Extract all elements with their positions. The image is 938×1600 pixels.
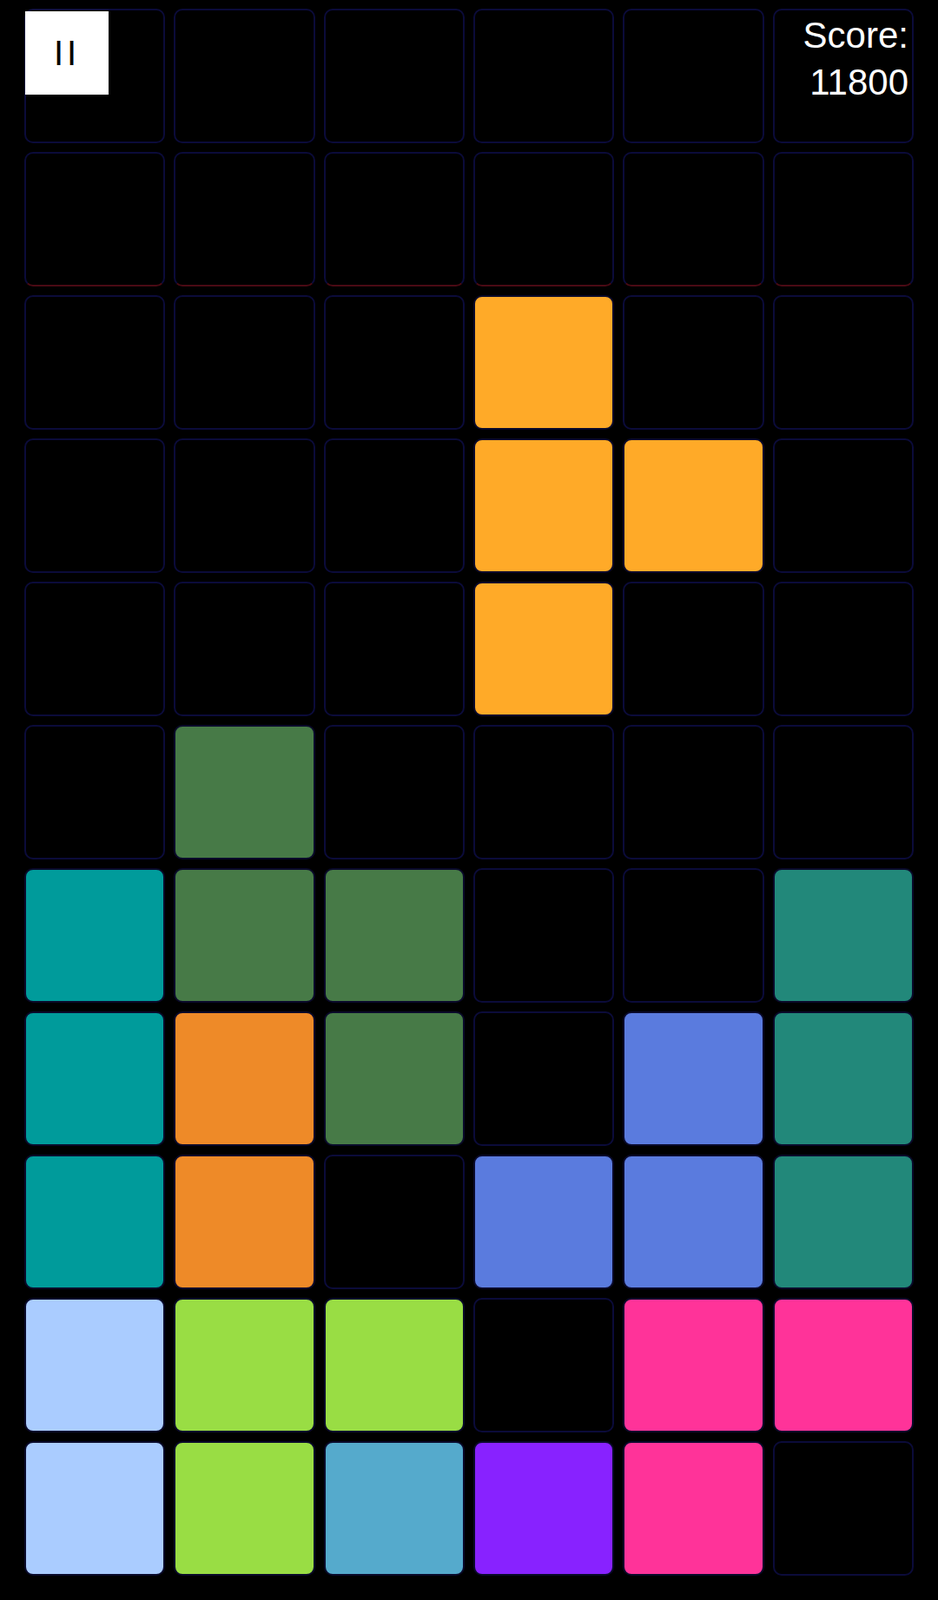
filled-cell [24, 1155, 166, 1290]
empty-cell [473, 151, 615, 287]
empty-cell [473, 868, 615, 1004]
filled-cell [622, 1441, 764, 1577]
filled-cell [173, 725, 315, 860]
filled-cell [24, 1011, 166, 1147]
score-value: 11800 [809, 59, 909, 106]
empty-cell [772, 581, 914, 717]
empty-cell [473, 1011, 615, 1147]
filled-cell [473, 438, 615, 574]
filled-cell [323, 868, 465, 1004]
filled-cell [622, 1298, 764, 1434]
empty-cell [323, 1155, 465, 1290]
empty-cell [323, 151, 465, 287]
filled-cell [24, 1298, 166, 1434]
filled-cell [772, 1155, 914, 1290]
filled-cell [323, 1441, 465, 1577]
filled-cell [173, 1441, 315, 1577]
filled-cell [173, 1298, 315, 1434]
empty-cell [323, 438, 465, 574]
filled-cell [173, 868, 315, 1004]
filled-cell [323, 1011, 465, 1147]
empty-cell [473, 1298, 615, 1434]
empty-cell [622, 8, 764, 144]
score-display: Score:11800 [803, 12, 909, 106]
empty-cell [173, 151, 315, 287]
filled-cell [173, 1011, 315, 1147]
empty-cell [323, 8, 465, 144]
game-screen: II Score:11800 [0, 0, 938, 1600]
score-label: Score: [803, 12, 909, 60]
filled-cell [173, 1155, 315, 1290]
empty-cell [622, 295, 764, 430]
empty-cell [323, 725, 465, 860]
empty-cell [24, 581, 166, 717]
filled-cell [772, 1298, 914, 1434]
empty-cell [473, 725, 615, 860]
empty-cell [173, 581, 315, 717]
filled-cell [772, 868, 914, 1004]
empty-cell [24, 151, 166, 287]
empty-cell [173, 438, 315, 574]
filled-cell [473, 1155, 615, 1290]
filled-cell [24, 1441, 166, 1577]
empty-cell [323, 581, 465, 717]
empty-cell [622, 868, 764, 1004]
empty-cell [24, 295, 166, 430]
empty-cell [473, 8, 615, 144]
empty-cell [173, 8, 315, 144]
empty-cell [772, 151, 914, 287]
game-board [0, 0, 938, 1577]
empty-cell [772, 1441, 914, 1577]
filled-cell [473, 1441, 615, 1577]
empty-cell [622, 725, 764, 860]
pause-button[interactable]: II [25, 11, 109, 95]
filled-cell [622, 1011, 764, 1147]
filled-cell [772, 1011, 914, 1147]
filled-cell [323, 1298, 465, 1434]
filled-cell [622, 1155, 764, 1290]
filled-cell [622, 438, 764, 574]
empty-cell [24, 725, 166, 860]
empty-cell [24, 438, 166, 574]
empty-cell [173, 295, 315, 430]
filled-cell [473, 295, 615, 430]
empty-cell [622, 581, 764, 717]
empty-cell [622, 151, 764, 287]
empty-cell [772, 725, 914, 860]
filled-cell [473, 581, 615, 717]
empty-cell [772, 295, 914, 430]
empty-cell [772, 438, 914, 574]
filled-cell [24, 868, 166, 1004]
empty-cell [323, 295, 465, 430]
